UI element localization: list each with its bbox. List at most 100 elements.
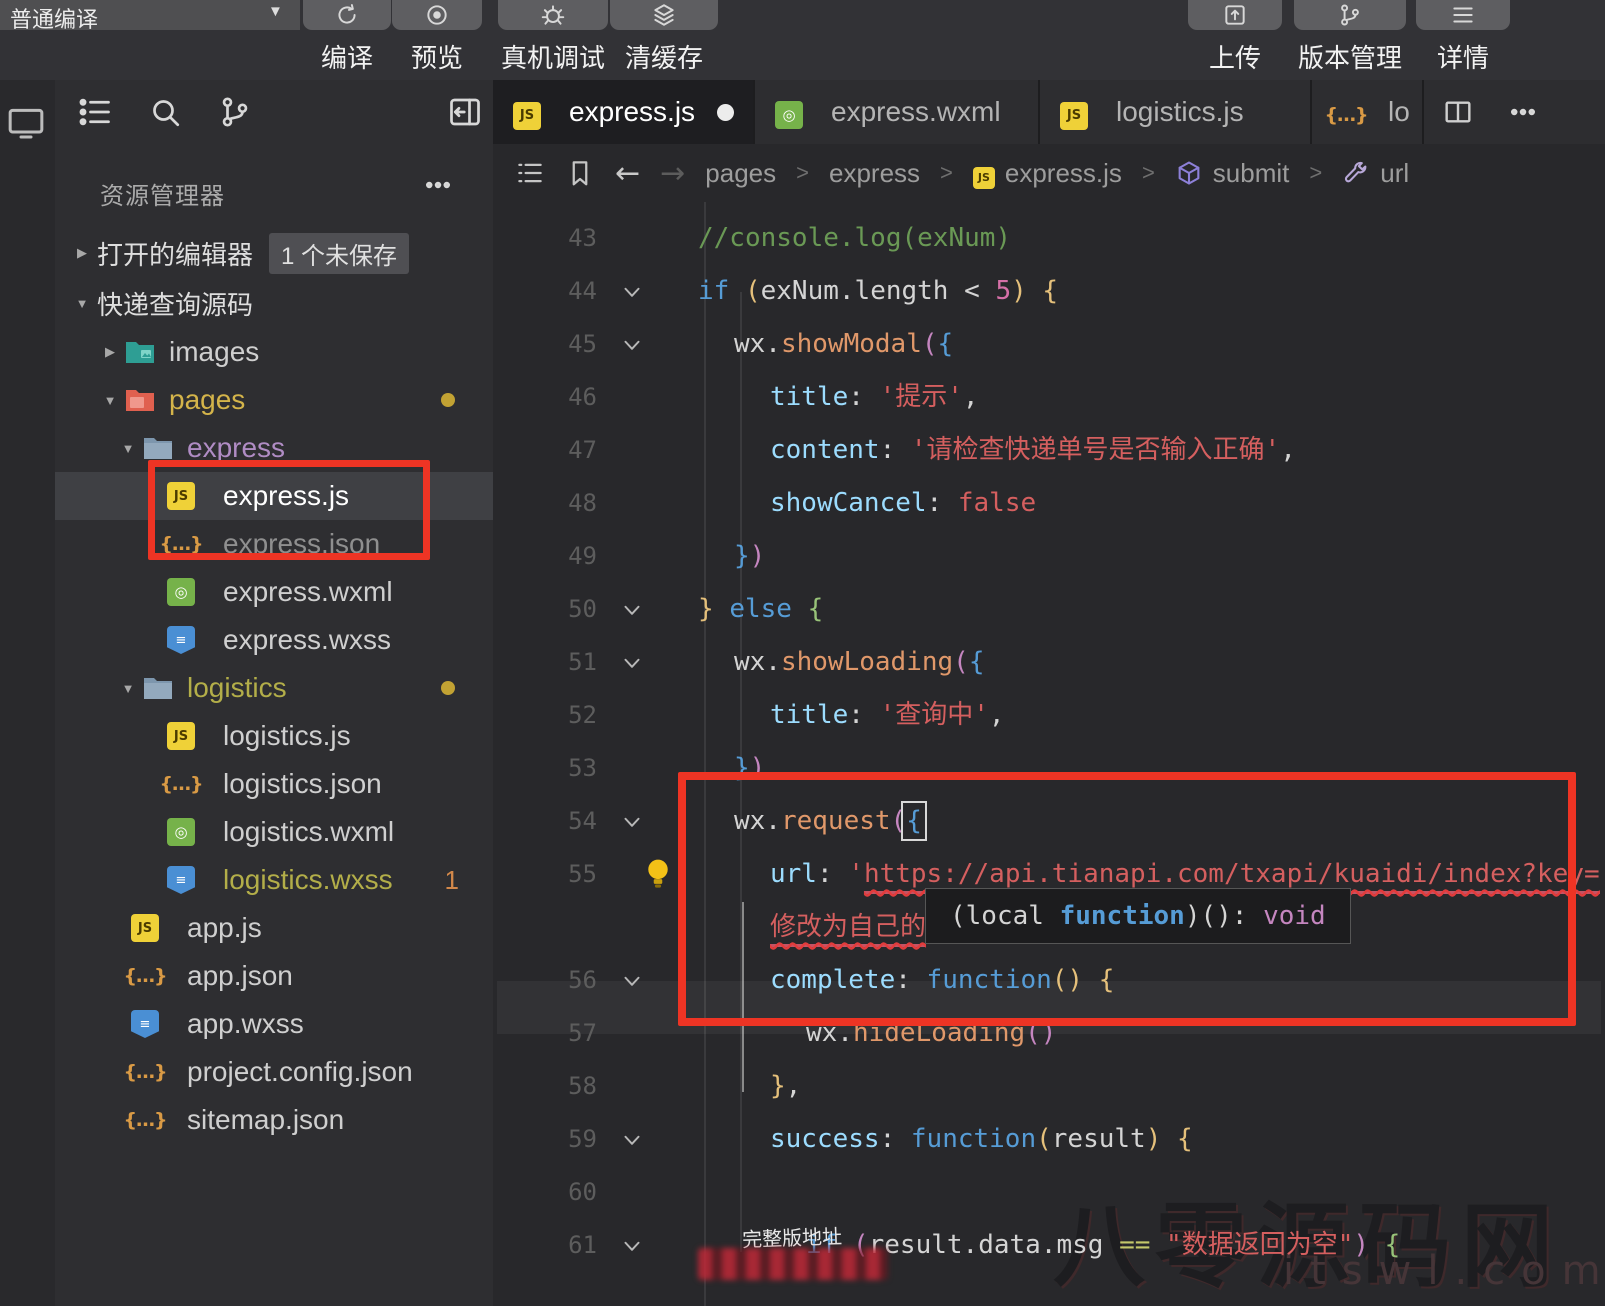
code-line[interactable]: 50} else { xyxy=(493,583,1605,636)
tree-item-logistics.wxss[interactable]: ≡logistics.wxss1 xyxy=(55,856,493,904)
split-editor-icon[interactable] xyxy=(1442,96,1474,128)
git-branch-icon[interactable] xyxy=(217,94,253,130)
problem-count-badge: 1 xyxy=(445,865,459,896)
tab-logistics.js[interactable]: JSlogistics.js xyxy=(1040,80,1312,144)
compile-icon xyxy=(303,0,391,30)
code-line[interactable]: 45wx.showModal({ xyxy=(493,318,1605,371)
code-line[interactable]: 61if (result.data.msg == "数据返回为空") { xyxy=(493,1219,1605,1272)
json-file-icon: {…} xyxy=(167,770,209,798)
breadcrumb-item-pages[interactable]: pages xyxy=(705,158,776,189)
tree-item-logistics[interactable]: ▼ logistics xyxy=(55,664,493,712)
dirty-dot xyxy=(717,104,734,121)
code-text: }, xyxy=(698,1060,801,1113)
breadcrumb-item-url[interactable]: url xyxy=(1342,158,1409,189)
toolbar-button-upload[interactable]: 上传 xyxy=(1188,0,1282,80)
fold-chevron-icon[interactable] xyxy=(619,279,645,305)
tree-item-express.wxml[interactable]: ◎express.wxml xyxy=(55,568,493,616)
toolbar-button-clear-cache[interactable]: 清缓存 xyxy=(610,0,718,80)
code-line[interactable]: 59success: function(result) { xyxy=(493,1113,1605,1166)
toolbar-button-details[interactable]: 详情 xyxy=(1416,0,1510,80)
explorer-list-icon[interactable] xyxy=(77,94,113,130)
tab-express.js[interactable]: JSexpress.js xyxy=(493,80,755,144)
simulator-toggle-icon[interactable] xyxy=(6,102,46,142)
fold-chevron-icon[interactable] xyxy=(619,809,645,835)
code-line[interactable]: 60 xyxy=(493,1166,1605,1219)
line-number: 61 xyxy=(507,1219,597,1272)
chevron-down-icon[interactable]: ▼ xyxy=(268,3,283,20)
wxml-file-icon: ◎ xyxy=(775,95,817,129)
tree-arrow-icon: ▼ xyxy=(113,681,143,696)
tree-section-快递查询源码[interactable]: ▼快递查询源码 xyxy=(55,278,493,328)
toolbar-button-version-manage[interactable]: 版本管理 xyxy=(1294,0,1406,80)
code-line[interactable]: 58}, xyxy=(493,1060,1605,1113)
tree-item-label: images xyxy=(169,336,259,368)
toolbar-button-compile[interactable]: 编译 xyxy=(303,0,391,80)
code-line[interactable]: 52title: '查询中', xyxy=(493,689,1605,742)
fold-chevron-icon[interactable] xyxy=(619,597,645,623)
collapse-sidebar-icon[interactable] xyxy=(447,94,483,130)
breadcrumb-item-express.js[interactable]: JSexpress.js xyxy=(973,157,1122,189)
lightbulb-icon[interactable] xyxy=(643,856,673,890)
compile-mode-dropdown[interactable]: 普通编译 xyxy=(10,2,260,34)
tree-arrow-icon: ▼ xyxy=(67,296,97,311)
folder-blue xyxy=(143,435,173,461)
code-line[interactable]: 51wx.showLoading({ xyxy=(493,636,1605,689)
breadcrumb-separator: > xyxy=(796,160,809,186)
tree-arrow-icon: ▶ xyxy=(95,344,125,360)
toolbar-button-preview[interactable]: 预览 xyxy=(392,0,482,80)
tree-item-logistics.json[interactable]: {…}logistics.json xyxy=(55,760,493,808)
code-line[interactable]: 43//console.log(exNum) xyxy=(493,212,1605,265)
tree-item-label: project.config.json xyxy=(187,1056,413,1088)
code-area[interactable]: 八零源码网 itswl.com 43//console.log(exNum)44… xyxy=(493,202,1605,1306)
red-highlight-tree xyxy=(148,460,430,560)
tree-item-app.json[interactable]: {…}app.json xyxy=(55,952,493,1000)
code-line[interactable]: 46title: '提示', xyxy=(493,371,1605,424)
fold-chevron-icon[interactable] xyxy=(619,1127,645,1153)
fold-chevron-icon[interactable] xyxy=(619,968,645,994)
json-file-icon: {…} xyxy=(131,1106,173,1134)
breadcrumb-item-submit[interactable]: submit xyxy=(1175,158,1290,189)
code-line[interactable]: 47content: '请检查快递单号是否输入正确', xyxy=(493,424,1605,477)
fold-chevron-icon[interactable] xyxy=(619,1233,645,1259)
tab-express.wxml[interactable]: ◎express.wxml xyxy=(755,80,1040,144)
code-line[interactable]: 48showCancel: false xyxy=(493,477,1605,530)
line-number: 52 xyxy=(507,689,597,742)
tree-item-app.js[interactable]: JSapp.js xyxy=(55,904,493,952)
nav-back-icon[interactable]: ← xyxy=(615,156,640,191)
folder-teal xyxy=(125,339,155,365)
tree-section-label: 快递查询源码 xyxy=(97,285,253,322)
tree-section-打开的编辑器[interactable]: ▶打开的编辑器1 个未保存 xyxy=(55,228,493,278)
more-actions-icon[interactable] xyxy=(423,170,453,200)
search-icon[interactable] xyxy=(147,94,183,130)
toolbar-button-device-debug[interactable]: 真机调试 xyxy=(498,0,608,80)
toolbar-button-label: 编译 xyxy=(321,38,373,75)
tree-item-express.wxss[interactable]: ≡express.wxss xyxy=(55,616,493,664)
left-rail xyxy=(0,80,55,1306)
more-tabs-icon[interactable] xyxy=(1508,97,1538,127)
toolbar-button-label: 版本管理 xyxy=(1298,38,1402,75)
tree-item-sitemap.json[interactable]: {…}sitemap.json xyxy=(55,1096,493,1144)
tree-item-label: logistics xyxy=(187,672,287,704)
code-line[interactable]: 44if (exNum.length < 5) { xyxy=(493,265,1605,318)
tree-item-logistics.wxml[interactable]: ◎logistics.wxml xyxy=(55,808,493,856)
tree-item-label: express.wxss xyxy=(223,624,391,656)
toolbar-button-label: 上传 xyxy=(1209,38,1261,75)
tree-item-app.wxss[interactable]: ≡app.wxss xyxy=(55,1000,493,1048)
bookmark-icon[interactable] xyxy=(565,158,595,188)
unsaved-badge: 1 个未保存 xyxy=(269,233,409,274)
code-text: content: '请检查快递单号是否输入正确', xyxy=(698,424,1296,477)
code-text: wx.showLoading({ xyxy=(698,636,984,689)
tree-item-images[interactable]: ▶ images xyxy=(55,328,493,376)
tree-item-logistics.js[interactable]: JSlogistics.js xyxy=(55,712,493,760)
line-number: 50 xyxy=(507,583,597,636)
code-text: success: function(result) { xyxy=(698,1113,1193,1166)
breadcrumb-item-express[interactable]: express xyxy=(829,158,920,189)
tab-lo[interactable]: {…}lo xyxy=(1312,80,1424,144)
tree-item-pages[interactable]: ▼pages xyxy=(55,376,493,424)
tree-item-project.config.json[interactable]: {…}project.config.json xyxy=(55,1048,493,1096)
tree-item-label: app.js xyxy=(187,912,262,944)
fold-chevron-icon[interactable] xyxy=(619,650,645,676)
outline-icon[interactable] xyxy=(515,158,545,188)
fold-chevron-icon[interactable] xyxy=(619,332,645,358)
code-line[interactable]: 49}) xyxy=(493,530,1605,583)
